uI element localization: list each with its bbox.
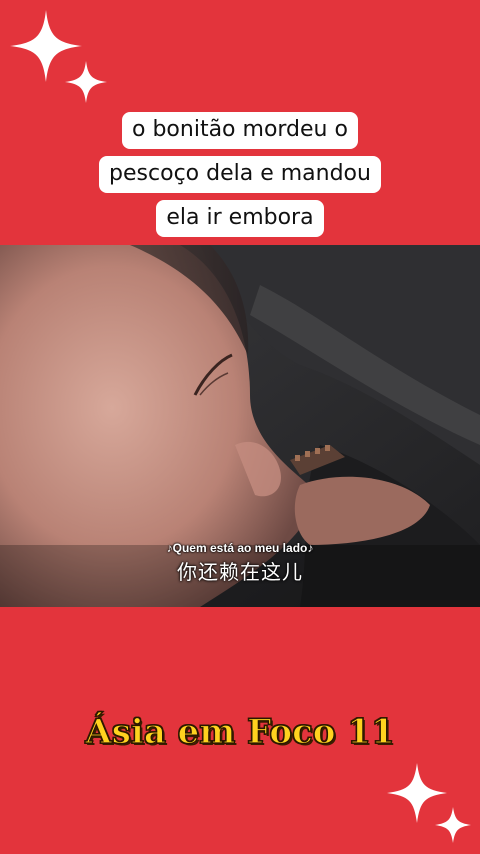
brand-title: Ásia em Foco 11 xyxy=(85,711,395,752)
page: o bonitão mordeu o pescoço dela e mandou… xyxy=(0,0,480,854)
subtitle-primary: 你还赖在这儿 xyxy=(177,560,303,584)
caption-line: pescoço dela e mandou xyxy=(99,156,381,193)
caption: o bonitão mordeu o pescoço dela e mandou… xyxy=(0,112,480,244)
sparkle-icon xyxy=(65,61,107,103)
sparkle-icon xyxy=(435,807,471,843)
caption-line: ela ir embora xyxy=(156,200,324,237)
caption-line: o bonitão mordeu o xyxy=(122,112,358,149)
subtitle-secondary: ♪Quem está ao meu lado♪ xyxy=(166,541,314,555)
